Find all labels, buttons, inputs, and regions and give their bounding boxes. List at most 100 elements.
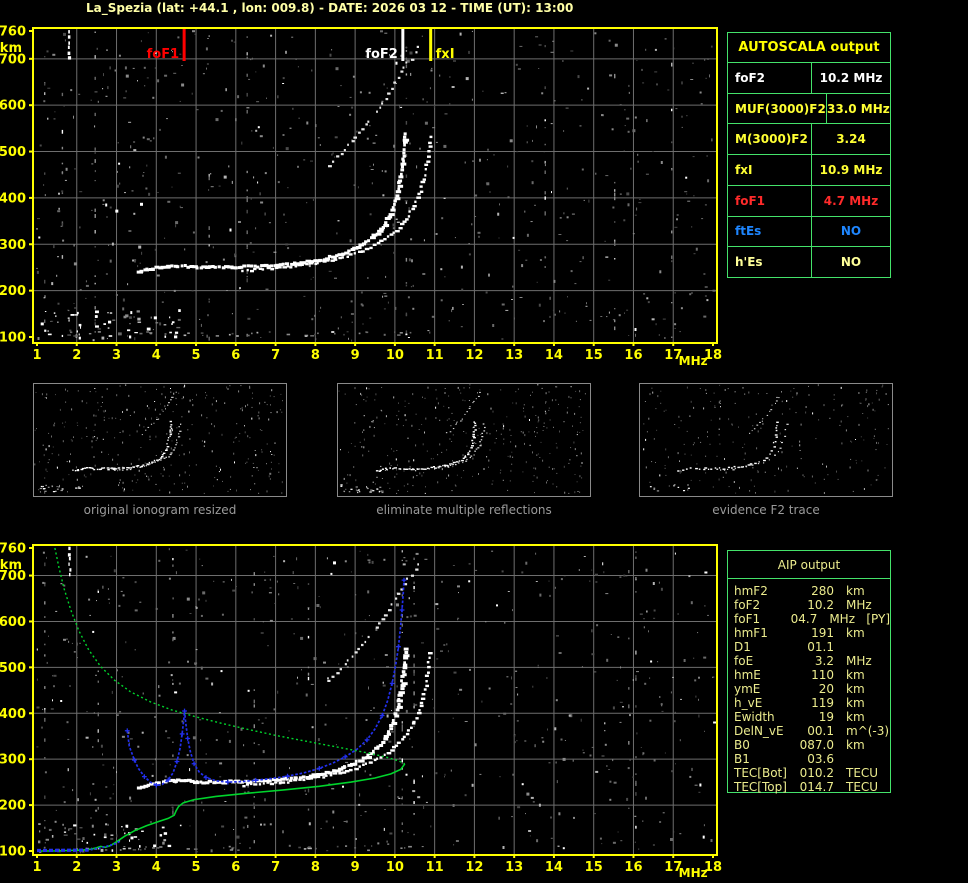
aip-pv: 01.1 (807, 640, 834, 654)
y-tick-label: 500 (0, 145, 26, 160)
x-tick-label: 6 (231, 860, 240, 875)
aip-pv: 014.7 (799, 780, 834, 794)
autoscala-row-foF2: foF2 10.2 MHz (728, 63, 890, 94)
param-value: 10.9 MHz (819, 163, 883, 178)
aip-pl: hmE (734, 668, 761, 682)
thumbnail-multiple-reflections (337, 383, 591, 497)
aip-pu: TECU (846, 766, 879, 780)
x-tick-label: 2 (72, 348, 81, 363)
noise-dots (36, 30, 716, 342)
aip-pv: 010.2 (799, 766, 834, 780)
x-tick-label: 16 (624, 348, 642, 363)
param-label: foF2 (728, 63, 812, 93)
thumbnail-caption: eliminate multiple reflections (376, 503, 552, 517)
y-tick-label: 400 (0, 707, 26, 722)
x-tick-label: 2 (72, 860, 81, 875)
aip-row-DelN_vE: DelN_vE 00.1 m^(-3) (734, 724, 890, 738)
param-label: ftEs (728, 216, 812, 247)
x-tick-label: 14 (545, 860, 563, 875)
plot-content: 760700600500400300200100km1 2 3 4 5 6 7 8 9 10 11 1… (0, 542, 722, 881)
x-tick-label: 1 (32, 860, 41, 875)
autoscala-row-MUF(3000)F2: MUF(3000)F2 33.0 MHz (728, 93, 890, 125)
autoscala-row-fxI: fxI 10.9 MHz (728, 155, 890, 186)
param-value: NO (840, 255, 862, 270)
autoscala-output-table: AUTOSCALA output foF2 10.2 MHz MUF(3000)F2… (727, 32, 891, 278)
aip-pv: 04.7 (790, 612, 818, 626)
aip-pu: km (846, 682, 865, 696)
x-tick-label: 5 (192, 860, 201, 875)
profile-ionogram-plot: 760700600500400300200100km1 2 3 4 5 6 7 8 9 10 11 1… (0, 542, 722, 881)
x-tick-label: 12 (465, 860, 483, 875)
y-axis-unit: km (0, 558, 22, 573)
plot-border (32, 544, 718, 856)
aip-pu: MHz (846, 598, 872, 612)
axis-labels: 760700600500400300200100km1 2 3 4 5 6 7 8 9 10 11 1… (0, 542, 722, 881)
thumbnail-plot (643, 384, 889, 494)
aip-pv: 087.0 (799, 738, 834, 752)
y-axis-unit: km (0, 41, 22, 56)
y-tick-label: 500 (0, 661, 26, 676)
x-tick-label: 11 (426, 348, 444, 363)
y-tick-label: 100 (0, 845, 26, 860)
x-tick-label: 14 (545, 348, 563, 363)
aip-pv: 3.2 (814, 654, 834, 668)
y-tick-label: 400 (0, 191, 26, 206)
x-tick-label: 9 (351, 860, 360, 875)
axis-ticks (29, 30, 714, 346)
aip-pv: 191 (811, 626, 834, 640)
aip-pl: DelN_vE (734, 724, 784, 738)
aip-pl: TEC[Bot] (734, 766, 787, 780)
x-tick-label: 13 (505, 860, 523, 875)
x-tick-label: 16 (624, 860, 642, 875)
param-value: 3.24 (836, 132, 866, 147)
aip-row-Ewidth: Ewidth 19 km (734, 710, 890, 724)
aip-pu: MHz (846, 654, 872, 668)
x-tick-label: 1 (32, 348, 41, 363)
aip-pv: 19 (818, 710, 834, 724)
main-ionogram-plot: 760700600500400300200100km1 2 3 4 5 6 7 8 9 10 11 1… (0, 25, 722, 369)
x-tick-label: 8 (311, 860, 320, 875)
x-tick-label: 15 (585, 860, 603, 875)
param-value: 33.0 MHz (827, 101, 890, 116)
station-title: La_Spezia (lat: +44.1 , lon: 009.8) - DA… (86, 1, 574, 15)
aip-pv: 119 (811, 696, 834, 710)
aip-pl: B0 (734, 738, 750, 752)
x-tick-label: 11 (426, 860, 444, 875)
thumbnail-plot (338, 384, 586, 494)
marker-label-fxI: fxI (436, 47, 455, 62)
plot-content: 760700600500400300200100km1 2 3 4 5 6 7 8 9 10 11 1… (0, 25, 722, 369)
x-tick-label: 4 (152, 348, 161, 363)
x-tick-label: 4 (152, 860, 161, 875)
aip-pu: km (846, 696, 865, 710)
param-label: M(3000)F2 (728, 124, 812, 155)
thumbnail-caption: evidence F2 trace (712, 503, 820, 517)
scaled-trace-blue (36, 577, 407, 853)
noise-dots (35, 548, 717, 854)
aip-row-hmF1: hmF1 191 km (734, 626, 890, 640)
frequency-markers: foF1 foF2 fxI (147, 29, 455, 62)
param-label: h'Es (728, 247, 812, 278)
aip-pl: ymE (734, 682, 761, 696)
aip-pu: TECU (846, 780, 879, 794)
y-tick-label: 300 (0, 238, 26, 253)
x-axis-unit: MHz (679, 354, 708, 368)
aip-row-h_vE: h_vE 119 km (734, 696, 890, 710)
aip-output-table: AIP output hmF2 280 km foF2 10.2 MHz foF1 04.7 M… (727, 550, 891, 794)
aip-pv: 03.6 (807, 752, 834, 766)
autoscala-app-window: { "title": "La_Spezia (lat: +44.1 , lon:… (0, 0, 968, 883)
x-tick-label: 7 (271, 860, 280, 875)
y-tick-label: 600 (0, 615, 26, 630)
x-tick-label: 8 (311, 348, 320, 363)
aip-pl: TEC[Top] (734, 780, 787, 794)
aip-pl: foF2 (734, 598, 761, 612)
aip-row-hmF2: hmF2 280 km (734, 584, 890, 598)
aip-pv: 110 (811, 668, 834, 682)
x-tick-label: 13 (505, 348, 523, 363)
marker-label-foF2: foF2 (365, 47, 398, 62)
aip-pl: foF1 (734, 612, 761, 626)
x-tick-label: 12 (465, 348, 483, 363)
x-tick-label: 15 (585, 348, 603, 363)
y-tick-label: 100 (0, 331, 26, 346)
y-tick-label: 760 (0, 25, 26, 40)
aip-pu: km (846, 668, 865, 682)
